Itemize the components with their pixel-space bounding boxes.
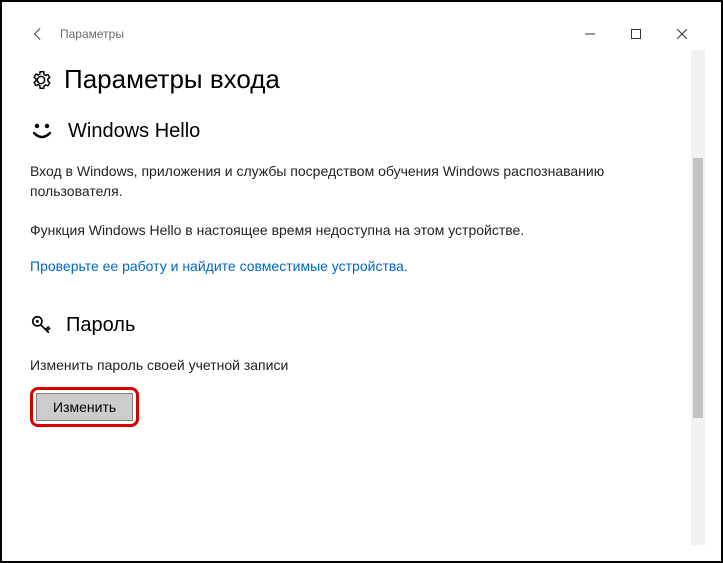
hello-compat-link[interactable]: Проверьте ее работу и найдите совместимы… (30, 258, 408, 274)
content-area: Параметры входа Windows Hello Вход в Win… (18, 50, 691, 545)
password-description: Изменить пароль своей учетной записи (30, 355, 679, 375)
password-section-header: Пароль (30, 314, 679, 337)
titlebar: Параметры (18, 18, 705, 50)
minimize-icon (585, 29, 595, 39)
scrollbar-thumb[interactable] (693, 158, 703, 418)
key-icon (30, 314, 52, 336)
close-button[interactable] (659, 18, 705, 50)
highlight-frame: Изменить (30, 387, 139, 427)
window-title: Параметры (60, 27, 124, 41)
window-controls (567, 18, 705, 50)
close-icon (677, 29, 687, 39)
settings-window: Параметры Параметры входа (18, 18, 705, 545)
vertical-scrollbar[interactable] (691, 50, 705, 545)
hello-section-header: Windows Hello (30, 119, 679, 143)
maximize-icon (631, 29, 641, 39)
screenshot-frame: Параметры Параметры входа (0, 0, 723, 563)
arrow-left-icon (31, 27, 45, 41)
page-title-row: Параметры входа (30, 64, 679, 95)
back-button[interactable] (26, 22, 50, 46)
page-heading: Параметры входа (64, 64, 280, 95)
hello-section-title: Windows Hello (68, 120, 200, 143)
minimize-button[interactable] (567, 18, 613, 50)
hello-description: Вход в Windows, приложения и службы поср… (30, 161, 679, 202)
smile-icon (30, 119, 54, 143)
gear-icon (30, 69, 52, 91)
hello-unavailable-text: Функция Windows Hello в настоящее время … (30, 220, 679, 240)
password-section-title: Пароль (66, 314, 135, 337)
maximize-button[interactable] (613, 18, 659, 50)
change-password-button[interactable]: Изменить (36, 393, 133, 421)
